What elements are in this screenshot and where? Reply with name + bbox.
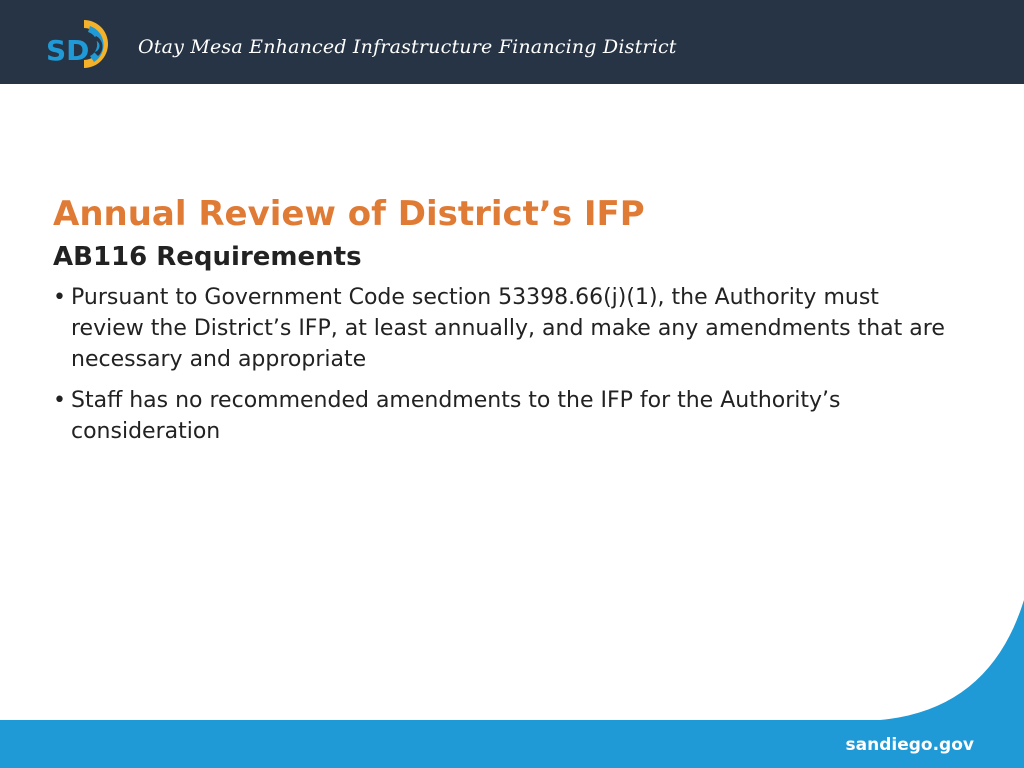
footer-url-link[interactable]: sandiego.gov (846, 735, 974, 755)
logo-text: SD (46, 34, 89, 67)
header-title: Otay Mesa Enhanced Infrastructure Financ… (138, 36, 677, 58)
bullet-list: • Pursuant to Government Code section 53… (53, 282, 953, 447)
list-item: • Pursuant to Government Code section 53… (53, 282, 953, 375)
slide-content: Annual Review of District’s IFP AB116 Re… (53, 192, 953, 457)
list-item: • Staff has no recommended amendments to… (53, 385, 953, 447)
city-logo-icon: SD (46, 20, 108, 68)
slide-subtitle: AB116 Requirements (53, 242, 362, 272)
bullet-marker: • (53, 388, 66, 413)
header-bar: SD Otay Mesa Enhanced Infrastructure Fin… (0, 0, 1024, 84)
bullet-text: Pursuant to Government Code section 5339… (71, 285, 945, 372)
bullet-text: Staff has no recommended amendments to t… (71, 388, 841, 444)
bullet-marker: • (53, 285, 66, 310)
slide-title: Annual Review of District’s IFP (53, 194, 645, 234)
